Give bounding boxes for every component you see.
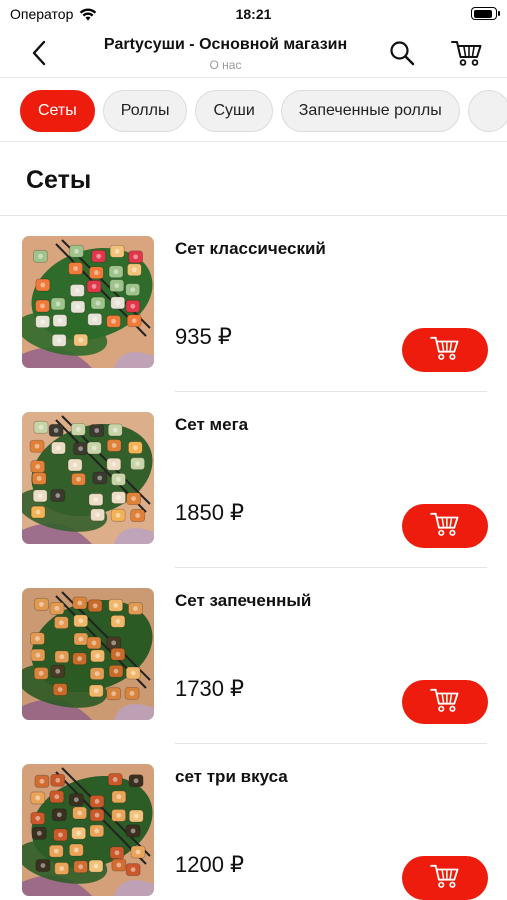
product-item[interactable]: Сет запеченный 1730 ₽: [0, 568, 507, 744]
product-photo: [22, 764, 154, 896]
product-item[interactable]: сет три вкуса 1200 ₽: [0, 744, 507, 900]
battery-icon: [471, 7, 500, 20]
category-chip[interactable]: Сеты: [20, 90, 95, 132]
cart-icon: [430, 687, 460, 718]
category-chip-row: Сеты Роллы Суши Запеченные роллы: [20, 90, 507, 132]
product-name: сет три вкуса: [175, 767, 288, 786]
navigation-bar: Partyсуши - Основной магазин О нас: [0, 28, 507, 78]
product-photo: [22, 236, 154, 368]
product-photo: [22, 588, 154, 720]
product-item[interactable]: Сет мега 1850 ₽: [0, 392, 507, 568]
add-to-cart-button[interactable]: [402, 504, 488, 548]
search-icon: [390, 41, 415, 66]
cart-icon: [430, 335, 460, 366]
product-image[interactable]: [22, 236, 154, 368]
product-photo: [22, 412, 154, 544]
cart-icon: [430, 863, 460, 894]
category-chip[interactable]: Суши: [195, 90, 273, 132]
cart-icon: [430, 511, 460, 542]
product-name: Сет запеченный: [175, 591, 312, 610]
about-link[interactable]: О нас: [80, 58, 371, 72]
status-bar: Оператор 18:21: [0, 0, 507, 28]
product-image[interactable]: [22, 764, 154, 896]
add-to-cart-button[interactable]: [402, 328, 488, 372]
section-title: Сеты: [26, 166, 92, 194]
product-image[interactable]: [22, 588, 154, 720]
product-name: Сет классический: [175, 239, 326, 258]
add-to-cart-button[interactable]: [402, 856, 488, 900]
product-item[interactable]: Сет классический 935 ₽: [0, 216, 507, 392]
search-button[interactable]: [386, 37, 418, 69]
category-chip[interactable]: [467, 90, 507, 132]
add-to-cart-button[interactable]: [402, 680, 488, 724]
product-price: 1730 ₽: [175, 676, 245, 701]
category-chip[interactable]: Роллы: [102, 90, 188, 132]
cart-button[interactable]: [448, 36, 486, 70]
battery-level: [473, 9, 492, 18]
store-title: Partyсуши - Основной магазин: [103, 36, 348, 53]
category-tabs: Сеты Роллы Суши Запеченные роллы: [0, 80, 507, 142]
back-button[interactable]: [22, 36, 56, 70]
product-price: 1200 ₽: [175, 852, 245, 877]
product-price: 1850 ₽: [175, 500, 245, 525]
product-price: 935 ₽: [175, 324, 232, 349]
category-chip[interactable]: Запеченные роллы: [280, 90, 460, 132]
product-name: Сет мега: [175, 415, 249, 434]
chevron-left-icon: [32, 40, 46, 66]
cart-icon: [451, 41, 482, 66]
status-time: 18:21: [235, 6, 272, 22]
product-image[interactable]: [22, 412, 154, 544]
